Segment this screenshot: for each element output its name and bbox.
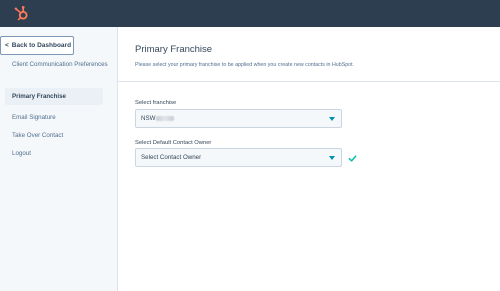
main-content: Primary Franchise Please select your pri… [118, 27, 500, 291]
sidebar-item-client-communication-preferences[interactable]: Client Communication Preferences [12, 61, 112, 69]
checkmark-icon [348, 155, 357, 162]
sidebar-item-email-signature[interactable]: Email Signature [12, 114, 112, 122]
sidebar-item-primary-franchise[interactable]: Primary Franchise [5, 88, 103, 105]
caret-down-icon [329, 117, 335, 121]
contact-owner-selected-value: Select Contact Owner [141, 154, 202, 161]
page-title: Primary Franchise [135, 44, 213, 55]
back-button-label: Back to Dashboard [11, 42, 72, 49]
page-description: Please select your primary franchise to … [135, 62, 355, 68]
sidebar-item-logout[interactable]: Logout [12, 150, 112, 158]
contact-owner-field-label: Select Default Contact Owner [135, 140, 212, 146]
caret-down-icon [329, 156, 335, 160]
redacted-text [156, 116, 175, 121]
franchise-field-label: Select franchise [135, 100, 177, 106]
franchise-select[interactable]: NSW [135, 109, 342, 128]
franchise-selected-value: NSW [141, 115, 156, 122]
top-navigation-bar [0, 0, 500, 27]
sidebar-item-label: Primary Franchise [12, 92, 66, 100]
sidebar-item-take-over-contact[interactable]: Take Over Contact [12, 132, 112, 140]
sidebar: < Back to Dashboard Client Communication… [0, 27, 118, 291]
chevron-left-icon: < [5, 42, 9, 49]
hubspot-sprocket-icon[interactable] [13, 5, 30, 22]
divider [118, 81, 500, 82]
back-to-dashboard-button[interactable]: < Back to Dashboard [0, 36, 74, 55]
contact-owner-select[interactable]: Select Contact Owner [135, 148, 342, 167]
